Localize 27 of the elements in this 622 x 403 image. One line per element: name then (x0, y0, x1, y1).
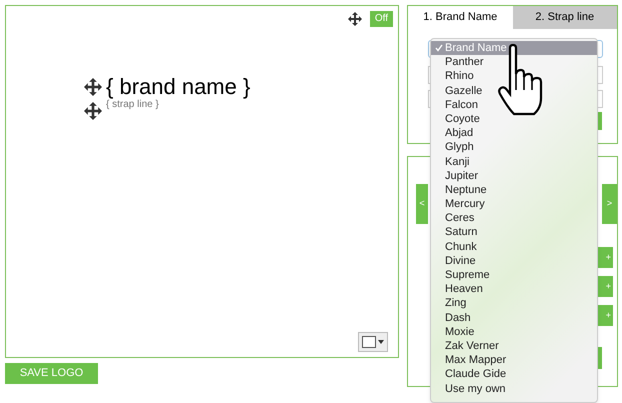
menu-item[interactable]: Max Mapper (431, 353, 597, 368)
menu-item[interactable]: Divine (431, 254, 597, 268)
brand-name-text[interactable]: { brand name } (106, 76, 250, 98)
menu-item[interactable]: Saturn (431, 225, 597, 240)
menu-item[interactable]: Supreme (431, 268, 597, 282)
menu-item[interactable]: Ceres (431, 211, 597, 226)
menu-item[interactable]: Mercury (431, 197, 597, 212)
menu-item[interactable]: Chunk (431, 240, 597, 254)
menu-item[interactable]: Coyote (431, 112, 597, 126)
menu-item[interactable]: Heaven (431, 282, 597, 296)
menu-item[interactable]: Moxie (431, 324, 597, 339)
menu-item[interactable]: Gazelle (431, 84, 597, 98)
menu-item[interactable]: Use my own (431, 382, 597, 396)
menu-item[interactable]: Kanji (431, 154, 597, 169)
menu-item[interactable]: Falcon (431, 98, 597, 112)
menu-item[interactable]: Zak Verner (431, 338, 597, 354)
menu-item[interactable]: Jupiter (431, 168, 597, 183)
menu-item[interactable]: Glyph (431, 140, 597, 154)
menu-item[interactable]: Panther (431, 55, 597, 70)
menu-item[interactable]: Zing (431, 296, 597, 311)
menu-item[interactable]: Rhino (431, 69, 597, 84)
tab[interactable]: 2. Strap line (512, 6, 617, 29)
menu-item[interactable]: Abjad (431, 126, 597, 140)
menu-item[interactable]: Neptune (431, 182, 597, 198)
menu-item[interactable]: Claude Gide (431, 367, 597, 382)
menu-item[interactable]: Dash (431, 310, 597, 325)
strap-line-text[interactable]: { strap line } (106, 100, 159, 110)
